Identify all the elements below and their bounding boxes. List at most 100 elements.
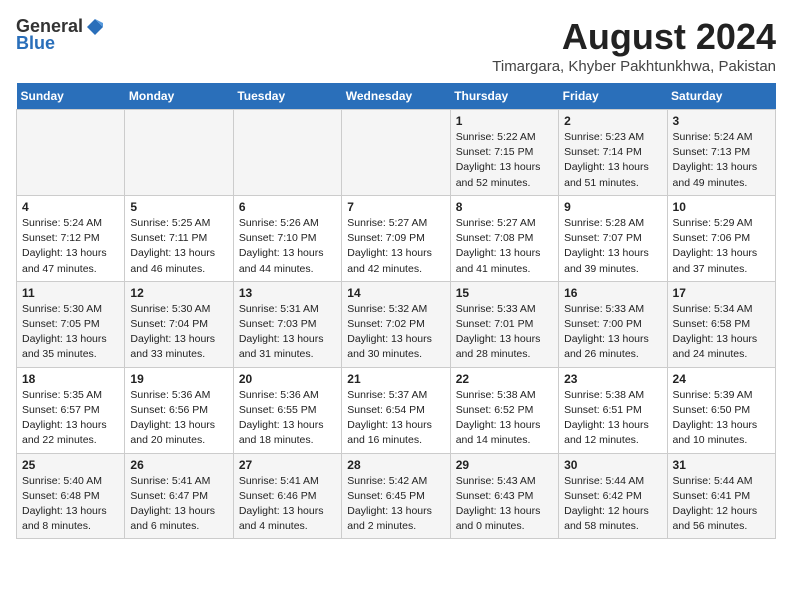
- subtitle: Timargara, Khyber Pakhtunkhwa, Pakistan: [492, 58, 776, 75]
- header-day-tuesday: Tuesday: [233, 83, 341, 110]
- calendar-cell: 28 Sunrise: 5:42 AMSunset: 6:45 PMDayligh…: [342, 453, 450, 539]
- day-info: Sunrise: 5:25 AMSunset: 7:11 PMDaylight:…: [130, 216, 227, 277]
- day-info: Sunrise: 5:43 AMSunset: 6:43 PMDaylight:…: [456, 474, 553, 535]
- day-info: Sunrise: 5:44 AMSunset: 6:42 PMDaylight:…: [564, 474, 661, 535]
- calendar-cell: 5 Sunrise: 5:25 AMSunset: 7:11 PMDaylight…: [125, 195, 233, 281]
- day-info: Sunrise: 5:30 AMSunset: 7:05 PMDaylight:…: [22, 302, 119, 363]
- logo-blue-text: Blue: [16, 33, 55, 54]
- calendar-cell: 8 Sunrise: 5:27 AMSunset: 7:08 PMDaylight…: [450, 195, 558, 281]
- day-number: 5: [130, 200, 227, 214]
- calendar-cell: [233, 110, 341, 196]
- calendar-cell: 29 Sunrise: 5:43 AMSunset: 6:43 PMDayligh…: [450, 453, 558, 539]
- day-info: Sunrise: 5:36 AMSunset: 6:56 PMDaylight:…: [130, 388, 227, 449]
- day-number: 17: [673, 286, 770, 300]
- header-day-sunday: Sunday: [17, 83, 125, 110]
- day-number: 16: [564, 286, 661, 300]
- calendar-cell: [17, 110, 125, 196]
- calendar-cell: 26 Sunrise: 5:41 AMSunset: 6:47 PMDayligh…: [125, 453, 233, 539]
- calendar-cell: 11 Sunrise: 5:30 AMSunset: 7:05 PMDayligh…: [17, 281, 125, 367]
- calendar-cell: 30 Sunrise: 5:44 AMSunset: 6:42 PMDayligh…: [559, 453, 667, 539]
- day-info: Sunrise: 5:28 AMSunset: 7:07 PMDaylight:…: [564, 216, 661, 277]
- calendar-cell: 3 Sunrise: 5:24 AMSunset: 7:13 PMDaylight…: [667, 110, 775, 196]
- day-number: 29: [456, 458, 553, 472]
- calendar-table: SundayMondayTuesdayWednesdayThursdayFrid…: [16, 83, 776, 539]
- day-info: Sunrise: 5:34 AMSunset: 6:58 PMDaylight:…: [673, 302, 770, 363]
- calendar-cell: 1 Sunrise: 5:22 AMSunset: 7:15 PMDaylight…: [450, 110, 558, 196]
- day-number: 11: [22, 286, 119, 300]
- week-row-4: 18 Sunrise: 5:35 AMSunset: 6:57 PMDayligh…: [17, 367, 776, 453]
- calendar-cell: 21 Sunrise: 5:37 AMSunset: 6:54 PMDayligh…: [342, 367, 450, 453]
- day-info: Sunrise: 5:35 AMSunset: 6:57 PMDaylight:…: [22, 388, 119, 449]
- day-number: 25: [22, 458, 119, 472]
- day-number: 14: [347, 286, 444, 300]
- day-number: 19: [130, 372, 227, 386]
- day-number: 12: [130, 286, 227, 300]
- day-info: Sunrise: 5:23 AMSunset: 7:14 PMDaylight:…: [564, 130, 661, 191]
- logo: General Blue: [16, 16, 107, 54]
- week-row-2: 4Sunrise: 5:24 AMSunset: 7:12 PMDaylight…: [17, 195, 776, 281]
- calendar-cell: 15 Sunrise: 5:33 AMSunset: 7:01 PMDayligh…: [450, 281, 558, 367]
- day-number: 26: [130, 458, 227, 472]
- day-info: Sunrise: 5:32 AMSunset: 7:02 PMDaylight:…: [347, 302, 444, 363]
- calendar-cell: 2Sunrise: 5:23 AMSunset: 7:14 PMDaylight…: [559, 110, 667, 196]
- day-info: Sunrise: 5:42 AMSunset: 6:45 PMDaylight:…: [347, 474, 444, 535]
- header-day-thursday: Thursday: [450, 83, 558, 110]
- day-info: Sunrise: 5:31 AMSunset: 7:03 PMDaylight:…: [239, 302, 336, 363]
- header-day-friday: Friday: [559, 83, 667, 110]
- day-info: Sunrise: 5:44 AMSunset: 6:41 PMDaylight:…: [673, 474, 770, 535]
- day-number: 1: [456, 114, 553, 128]
- day-number: 7: [347, 200, 444, 214]
- calendar-cell: [125, 110, 233, 196]
- calendar-cell: 4Sunrise: 5:24 AMSunset: 7:12 PMDaylight…: [17, 195, 125, 281]
- calendar-cell: [342, 110, 450, 196]
- day-info: Sunrise: 5:37 AMSunset: 6:54 PMDaylight:…: [347, 388, 444, 449]
- day-info: Sunrise: 5:29 AMSunset: 7:06 PMDaylight:…: [673, 216, 770, 277]
- calendar-body: 1 Sunrise: 5:22 AMSunset: 7:15 PMDaylight…: [17, 110, 776, 539]
- day-number: 21: [347, 372, 444, 386]
- calendar-cell: 24 Sunrise: 5:39 AMSunset: 6:50 PMDayligh…: [667, 367, 775, 453]
- week-row-1: 1 Sunrise: 5:22 AMSunset: 7:15 PMDaylight…: [17, 110, 776, 196]
- calendar-cell: 18 Sunrise: 5:35 AMSunset: 6:57 PMDayligh…: [17, 367, 125, 453]
- day-info: Sunrise: 5:22 AMSunset: 7:15 PMDaylight:…: [456, 130, 553, 191]
- day-number: 24: [673, 372, 770, 386]
- day-number: 18: [22, 372, 119, 386]
- day-number: 30: [564, 458, 661, 472]
- day-info: Sunrise: 5:33 AMSunset: 7:01 PMDaylight:…: [456, 302, 553, 363]
- day-info: Sunrise: 5:39 AMSunset: 6:50 PMDaylight:…: [673, 388, 770, 449]
- day-number: 31: [673, 458, 770, 472]
- calendar-cell: 10 Sunrise: 5:29 AMSunset: 7:06 PMDayligh…: [667, 195, 775, 281]
- calendar-cell: 27Sunrise: 5:41 AMSunset: 6:46 PMDayligh…: [233, 453, 341, 539]
- day-number: 3: [673, 114, 770, 128]
- day-number: 9: [564, 200, 661, 214]
- calendar-cell: 20Sunrise: 5:36 AMSunset: 6:55 PMDayligh…: [233, 367, 341, 453]
- day-info: Sunrise: 5:41 AMSunset: 6:47 PMDaylight:…: [130, 474, 227, 535]
- day-info: Sunrise: 5:27 AMSunset: 7:09 PMDaylight:…: [347, 216, 444, 277]
- day-info: Sunrise: 5:38 AMSunset: 6:51 PMDaylight:…: [564, 388, 661, 449]
- calendar-cell: 14 Sunrise: 5:32 AMSunset: 7:02 PMDayligh…: [342, 281, 450, 367]
- header-day-wednesday: Wednesday: [342, 83, 450, 110]
- page-header: General Blue August 2024 Timargara, Khyb…: [16, 16, 776, 75]
- day-info: Sunrise: 5:36 AMSunset: 6:55 PMDaylight:…: [239, 388, 336, 449]
- day-number: 28: [347, 458, 444, 472]
- day-info: Sunrise: 5:27 AMSunset: 7:08 PMDaylight:…: [456, 216, 553, 277]
- calendar-cell: 25Sunrise: 5:40 AMSunset: 6:48 PMDayligh…: [17, 453, 125, 539]
- day-info: Sunrise: 5:38 AMSunset: 6:52 PMDaylight:…: [456, 388, 553, 449]
- day-info: Sunrise: 5:41 AMSunset: 6:46 PMDaylight:…: [239, 474, 336, 535]
- week-row-5: 25Sunrise: 5:40 AMSunset: 6:48 PMDayligh…: [17, 453, 776, 539]
- day-info: Sunrise: 5:24 AMSunset: 7:13 PMDaylight:…: [673, 130, 770, 191]
- day-number: 23: [564, 372, 661, 386]
- day-number: 22: [456, 372, 553, 386]
- calendar-cell: 16Sunrise: 5:33 AMSunset: 7:00 PMDayligh…: [559, 281, 667, 367]
- day-number: 10: [673, 200, 770, 214]
- day-number: 6: [239, 200, 336, 214]
- day-number: 15: [456, 286, 553, 300]
- calendar-cell: 13Sunrise: 5:31 AMSunset: 7:03 PMDayligh…: [233, 281, 341, 367]
- calendar-cell: 19 Sunrise: 5:36 AMSunset: 6:56 PMDayligh…: [125, 367, 233, 453]
- day-number: 8: [456, 200, 553, 214]
- calendar-cell: 17 Sunrise: 5:34 AMSunset: 6:58 PMDayligh…: [667, 281, 775, 367]
- calendar-cell: 12Sunrise: 5:30 AMSunset: 7:04 PMDayligh…: [125, 281, 233, 367]
- calendar-cell: 22 Sunrise: 5:38 AMSunset: 6:52 PMDayligh…: [450, 367, 558, 453]
- calendar-cell: 23 Sunrise: 5:38 AMSunset: 6:51 PMDayligh…: [559, 367, 667, 453]
- calendar-cell: 7 Sunrise: 5:27 AMSunset: 7:09 PMDaylight…: [342, 195, 450, 281]
- calendar-cell: 31 Sunrise: 5:44 AMSunset: 6:41 PMDayligh…: [667, 453, 775, 539]
